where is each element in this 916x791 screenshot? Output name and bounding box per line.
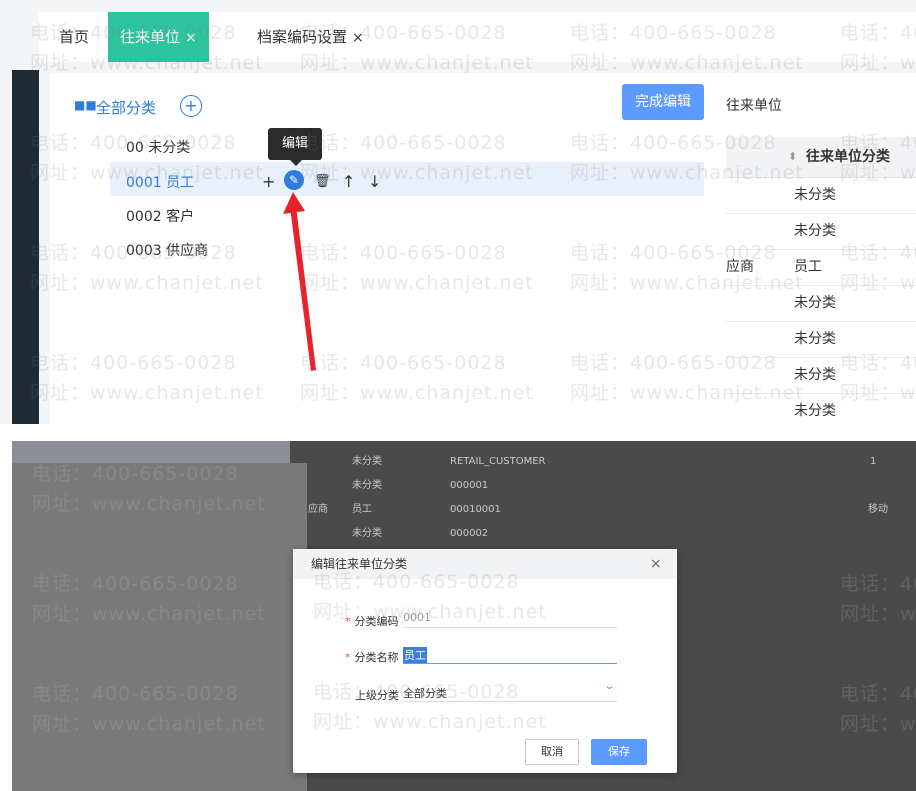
backdrop-strip [12,441,290,463]
backdrop-side-panel [12,463,307,791]
field-label-parent: 上级分类 [355,689,399,702]
table-cell: 应商 [308,504,328,515]
table-cell: 00010001 [450,504,501,515]
category-name-input[interactable]: 员工 [403,647,427,663]
table-cell: 000001 [450,480,489,491]
table-cell: 000002 [450,528,489,539]
table-cell: 1 [870,456,877,467]
top-screenshot: 首页 往来单位 × 档案编码设置 × 往来单位 ⬍ 往来单位分类 未分类 未分类 应… [0,0,916,424]
cancel-button[interactable]: 取消 [525,739,579,765]
edit-category-dialog: 编辑往来单位分类 × * 分类编码 0001 * 分类名称 员工 上级分类 全部分类… [293,549,677,773]
table-row: 未分类 [352,480,382,491]
category-code-field[interactable]: 0001 [403,611,431,624]
dialog-title: 编辑往来单位分类 [311,557,408,571]
field-underline [403,627,617,628]
field-label-code: * 分类编码 [345,615,399,628]
save-button[interactable]: 保存 [591,739,647,765]
chevron-down-icon[interactable]: ⌄ [603,679,616,692]
table-row: 员工 [352,504,372,515]
annotation-arrow-icon [283,192,316,371]
close-icon[interactable]: × [650,549,662,579]
table-row: 未分类 [352,456,382,467]
parent-category-select[interactable]: 全部分类 [403,685,447,701]
field-underline-active [403,663,617,664]
field-underline [403,701,617,702]
field-label-name: * 分类名称 [345,651,399,664]
bottom-screenshot: 未分类 RETAIL_CUSTOMER 1 未分类 000001 应商 员工 0… [12,441,916,791]
table-row: 未分类 [352,528,382,539]
watermark-site: 网址：www.chanjet.net [313,711,547,733]
table-cell: RETAIL_CUSTOMER [450,456,546,467]
table-cell: 移动 [868,504,888,515]
